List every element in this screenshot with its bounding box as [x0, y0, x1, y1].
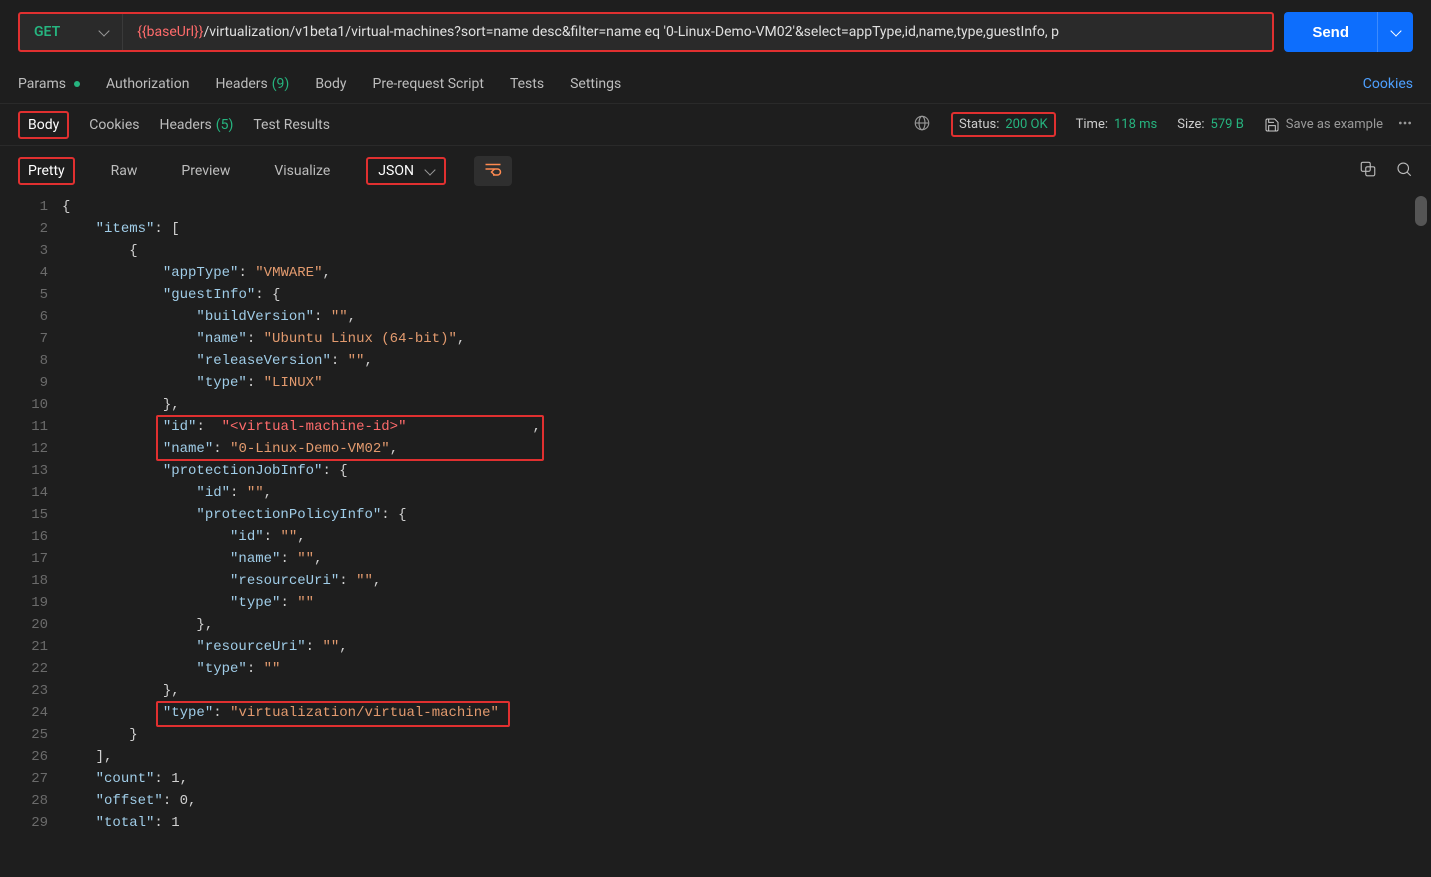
format-raw[interactable]: Raw — [103, 159, 146, 183]
size-value: 579 B — [1211, 117, 1244, 132]
method-label: GET — [34, 24, 60, 40]
network-icon[interactable] — [913, 114, 931, 136]
format-visualize[interactable]: Visualize — [266, 159, 338, 183]
tab-tests[interactable]: Tests — [510, 76, 544, 92]
tab-settings[interactable]: Settings — [570, 76, 621, 92]
method-select[interactable]: GET — [20, 14, 123, 50]
tab-params[interactable]: Params — [18, 76, 80, 92]
send-button[interactable]: Send — [1284, 12, 1377, 52]
tab-authorization[interactable]: Authorization — [106, 76, 189, 92]
response-headers-label: Headers — [159, 117, 211, 133]
tab-headers[interactable]: Headers (9) — [215, 76, 289, 92]
request-url-bar: GET {{baseUrl}}/virtualization/v1beta1/v… — [18, 12, 1274, 52]
save-example-label: Save as example — [1286, 117, 1383, 132]
wrap-lines-icon[interactable] — [474, 156, 512, 186]
format-pretty[interactable]: Pretty — [18, 157, 75, 185]
chevron-down-icon — [424, 164, 435, 175]
status-label: Status: — [959, 117, 999, 132]
size-block: Size: 579 B — [1177, 117, 1244, 132]
response-tab-headers[interactable]: Headers (5) — [159, 117, 233, 133]
send-dropdown-button[interactable] — [1377, 12, 1413, 52]
size-label: Size: — [1177, 117, 1204, 132]
response-tab-test-results[interactable]: Test Results — [253, 117, 330, 133]
save-example-button[interactable]: Save as example — [1264, 117, 1383, 133]
json-label: JSON — [378, 163, 414, 179]
response-tab-body[interactable]: Body — [18, 111, 69, 139]
more-icon[interactable] — [1397, 115, 1413, 135]
tab-headers-label: Headers — [215, 76, 267, 92]
cookies-link[interactable]: Cookies — [1363, 76, 1413, 92]
copy-icon[interactable] — [1359, 160, 1377, 182]
headers-count: (9) — [272, 76, 290, 92]
search-icon[interactable] — [1395, 160, 1413, 182]
time-label: Time: — [1076, 117, 1108, 132]
response-tab-cookies[interactable]: Cookies — [89, 117, 139, 133]
url-path: /virtualization/v1beta1/virtual-machines… — [204, 24, 1060, 40]
tab-body[interactable]: Body — [315, 76, 346, 92]
status-badge: Status: 200 OK — [951, 112, 1056, 137]
chevron-down-icon — [99, 25, 110, 36]
response-body-editor[interactable]: 1234567891011121314151617181920212223242… — [0, 196, 1431, 834]
chevron-down-icon — [1390, 25, 1401, 36]
status-value: 200 OK — [1005, 117, 1047, 132]
time-block: Time: 118 ms — [1076, 117, 1158, 132]
tab-prerequest[interactable]: Pre-request Script — [373, 76, 484, 92]
url-input[interactable]: {{baseUrl}}/virtualization/v1beta1/virtu… — [123, 24, 1272, 40]
body-type-select[interactable]: JSON — [366, 157, 446, 185]
response-headers-count: (5) — [216, 117, 234, 133]
code-content: { "items": [ { "appType": "VMWARE", "gue… — [62, 196, 1431, 834]
time-value: 118 ms — [1114, 117, 1157, 132]
scroll-indicator[interactable] — [1415, 196, 1427, 226]
url-variable: {{baseUrl}} — [137, 24, 203, 40]
format-preview[interactable]: Preview — [173, 159, 238, 183]
line-gutter: 1234567891011121314151617181920212223242… — [0, 196, 62, 834]
